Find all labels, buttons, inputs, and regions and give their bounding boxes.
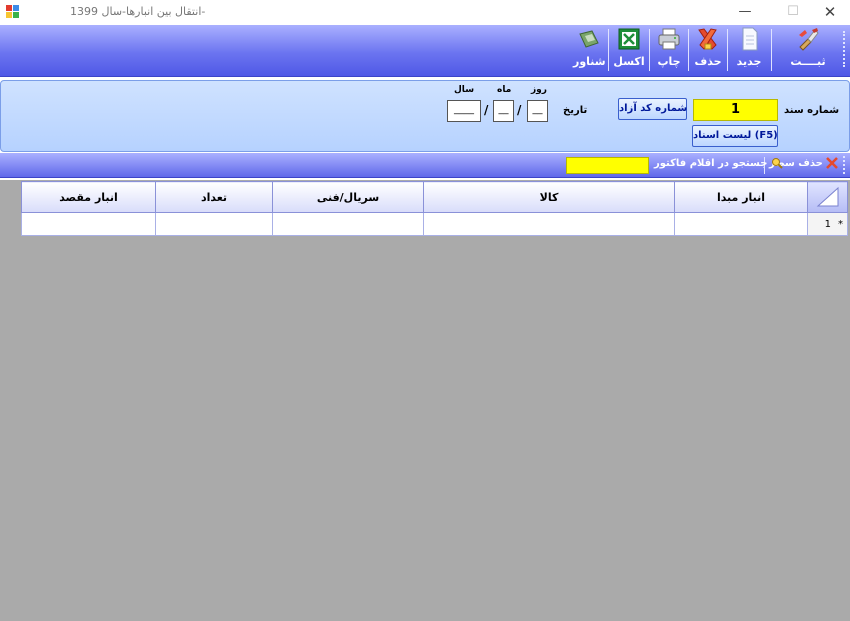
excel-label: اکسل <box>613 55 645 68</box>
doc-list-button[interactable]: لیست اسناد (F5) <box>692 125 778 147</box>
year-input[interactable]: ____ <box>447 100 481 122</box>
maximize-button[interactable]: ☐ <box>774 0 812 25</box>
new-document-icon <box>742 27 758 51</box>
cell-dest-warehouse[interactable] <box>21 212 156 236</box>
cell-source-warehouse[interactable] <box>674 212 808 236</box>
print-label: چاپ <box>657 55 681 68</box>
doc-number-label: شماره سند <box>784 105 840 116</box>
document-header-panel: شماره سند 1 شماره کد آزاد لیست اسناد (F5… <box>0 80 850 152</box>
row-toolbar: حذف سطر جستجو در اقلام فاکتور <box>0 153 850 178</box>
row-number: 1 <box>824 218 831 230</box>
search-items-text: جستجو در اقلام فاکتور <box>654 158 768 169</box>
column-header-source-warehouse[interactable]: انبار مبدا <box>674 181 808 213</box>
float-label: شناور <box>573 55 606 68</box>
table-row[interactable]: * 1 <box>21 212 848 236</box>
save-label: ثبــــت <box>790 55 826 68</box>
delete-button[interactable]: حذف <box>693 27 723 73</box>
cell-item[interactable] <box>423 212 675 236</box>
date-label: تاریخ <box>563 105 588 116</box>
printer-icon <box>658 28 680 50</box>
search-icon <box>771 158 783 169</box>
day-input[interactable]: __ <box>527 100 548 122</box>
corner-triangle-icon <box>816 186 838 207</box>
column-header-dest-warehouse[interactable]: انبار مقصد <box>21 181 156 213</box>
main-toolbar: ثبــــت جدید حذف چاپ اکسل شناور <box>0 25 850 77</box>
select-all-corner[interactable] <box>807 181 848 213</box>
column-header-item[interactable]: کالا <box>423 181 675 213</box>
cell-serial[interactable] <box>272 212 424 236</box>
items-grid: انبار مقصد تعداد سریال/فنی کالا انبار مب… <box>21 181 848 236</box>
new-button[interactable]: جدید <box>733 27 765 73</box>
date-separator: / <box>517 103 522 117</box>
new-row-marker: * <box>838 218 843 230</box>
month-label: ماه <box>497 85 512 95</box>
float-window-icon <box>579 30 599 48</box>
free-code-button[interactable]: شماره کد آزاد <box>618 98 687 120</box>
app-icon <box>6 5 19 18</box>
print-button[interactable]: چاپ <box>654 27 684 73</box>
delete-icon <box>698 28 717 50</box>
search-items-input[interactable] <box>566 157 649 174</box>
month-input[interactable]: __ <box>493 100 514 122</box>
close-button[interactable]: ✕ <box>811 0 849 25</box>
title-bar: انتقال بین انبارها-سال 1399- — ☐ ✕ <box>0 0 850 25</box>
float-button[interactable]: شناور <box>573 27 606 73</box>
toolbar-grip[interactable] <box>843 31 845 67</box>
year-label: سال <box>454 85 475 95</box>
save-button[interactable]: ثبــــت <box>778 27 838 73</box>
column-header-quantity[interactable]: تعداد <box>155 181 273 213</box>
day-label: روز <box>531 85 547 95</box>
brush-save-icon <box>799 28 819 51</box>
delete-icon <box>826 157 839 169</box>
search-items-label: جستجو در اقلام فاکتور <box>654 157 783 169</box>
grid-area: انبار مقصد تعداد سریال/فنی کالا انبار مب… <box>0 180 850 621</box>
date-separator: / <box>484 103 489 117</box>
new-label: جدید <box>736 55 762 68</box>
excel-icon <box>618 28 640 50</box>
excel-button[interactable]: اکسل <box>613 27 645 73</box>
delete-label: حذف <box>694 55 722 68</box>
minimize-button[interactable]: — <box>726 0 764 25</box>
cell-quantity[interactable] <box>155 212 273 236</box>
doc-number-field[interactable]: 1 <box>693 99 778 121</box>
column-header-serial[interactable]: سریال/فنی <box>272 181 424 213</box>
row-header[interactable]: * 1 <box>807 212 848 236</box>
window-title: انتقال بین انبارها-سال 1399- <box>70 5 206 18</box>
